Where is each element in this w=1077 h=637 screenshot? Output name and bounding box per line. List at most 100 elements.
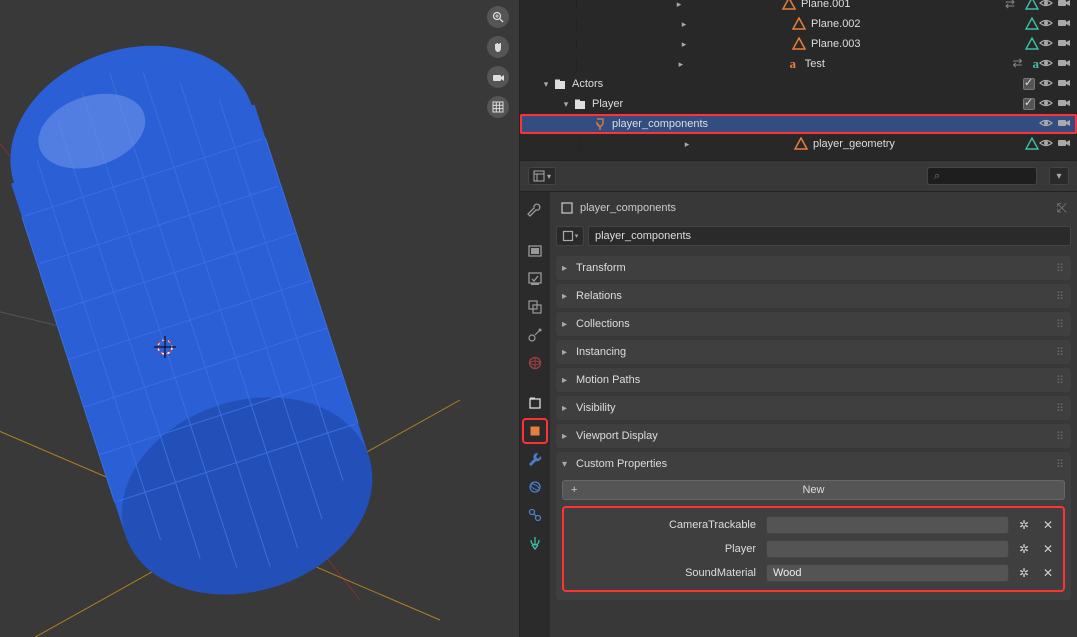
zoom-gizmo[interactable] [487,6,509,28]
object-name: Test [805,58,1013,70]
options-dropdown[interactable]: ▾ [1049,167,1069,185]
pin-icon[interactable]: ⤪ [1057,200,1067,216]
panel-header[interactable]: ▾Custom Properties⠿ [556,452,1071,476]
tab-physics[interactable] [522,474,548,500]
editor-type-dropdown[interactable]: ▾ [528,167,556,185]
drag-grip-icon[interactable]: ⠿ [1056,374,1065,387]
tab-render[interactable] [522,238,548,264]
viewport-3d[interactable] [0,0,519,637]
new-custom-property-button[interactable]: +New [562,480,1065,500]
gear-icon[interactable]: ✲ [1015,564,1033,582]
viewport-gizmo-column [487,6,509,118]
tab-scene[interactable] [522,322,548,348]
tab-world[interactable] [522,350,548,376]
object-name: player_components [612,118,1039,130]
custom-property-value[interactable] [766,540,1009,558]
outliner-row[interactable]: Plane.002 [520,14,1077,34]
enable-checkbox[interactable] [1023,98,1035,110]
panel-title: Transform [576,262,626,274]
outliner-row[interactable]: player_components [520,114,1077,134]
object-name: Plane.001 [801,0,1005,10]
panel-header[interactable]: ▸Collections⠿ [556,312,1071,336]
tab-constraints[interactable] [522,502,548,528]
panel-collections: ▸Collections⠿ [556,312,1071,336]
visibility-icon[interactable] [1039,76,1053,93]
camera-view-gizmo[interactable] [487,66,509,88]
tab-object[interactable] [522,418,548,444]
expand-icon[interactable] [576,19,791,30]
tab-modifiers[interactable] [522,446,548,472]
tab-viewlayer[interactable] [522,294,548,320]
property-tabs [520,192,550,637]
outliner-row[interactable]: player_geometry [520,134,1077,154]
panel-header[interactable]: ▸Visibility⠿ [556,396,1071,420]
panel-header[interactable]: ▸Motion Paths⠿ [556,368,1071,392]
panel-header[interactable]: ▸Relations⠿ [556,284,1071,308]
tab-collection[interactable] [522,390,548,416]
perspective-gizmo[interactable] [487,96,509,118]
panel-title: Visibility [576,402,616,414]
gear-icon[interactable]: ✲ [1015,516,1033,534]
render-icon[interactable] [1057,0,1071,13]
render-icon[interactable] [1057,96,1071,113]
custom-property-label: CameraTrackable [570,519,760,531]
panel-title: Relations [576,290,622,302]
outliner-row[interactable]: Plane.003 [520,34,1077,54]
expand-icon[interactable] [540,79,552,90]
pan-gizmo[interactable] [487,36,509,58]
render-icon[interactable] [1057,36,1071,53]
panel-header[interactable]: ▸Transform⠿ [556,256,1071,280]
object-type-icon [592,116,608,132]
expand-icon[interactable] [580,139,793,150]
render-icon[interactable] [1057,76,1071,93]
drag-grip-icon[interactable]: ⠿ [1056,402,1065,415]
visibility-icon[interactable] [1039,16,1053,33]
search-input[interactable]: ⌕ [927,167,1037,185]
outliner-row[interactable]: aTest⇄a [520,54,1077,74]
expand-icon[interactable] [576,39,791,50]
visibility-icon[interactable] [1039,96,1053,113]
render-icon[interactable] [1057,16,1071,33]
custom-property-value[interactable] [766,516,1009,534]
drag-grip-icon[interactable]: ⠿ [1056,458,1065,471]
object-type-icon [781,0,797,12]
drag-grip-icon[interactable]: ⠿ [1056,430,1065,443]
drag-grip-icon[interactable]: ⠿ [1056,262,1065,275]
search-icon: ⌕ [934,170,940,183]
panel-header[interactable]: ▸Viewport Display⠿ [556,424,1071,448]
outliner-row[interactable]: Player [520,94,1077,114]
expand-icon[interactable] [560,99,572,110]
datablock-icon-dropdown[interactable]: ▾ [556,226,584,246]
object-type-icon: a [785,56,801,72]
drag-grip-icon[interactable]: ⠿ [1056,318,1065,331]
panel-title: Custom Properties [576,458,667,470]
visibility-icon[interactable] [1039,116,1053,133]
expand-icon[interactable] [576,0,781,10]
expand-icon[interactable] [576,59,785,70]
outliner-row[interactable]: Actors [520,74,1077,94]
drag-grip-icon[interactable]: ⠿ [1056,290,1065,303]
aux-icons [1025,17,1039,31]
outliner[interactable]: Plane.001⇄Plane.002Plane.003aTest⇄aActor… [520,0,1077,160]
visibility-icon[interactable] [1039,0,1053,13]
visibility-icon[interactable] [1039,36,1053,53]
custom-property-value[interactable]: Wood [766,564,1009,582]
object-name-input[interactable] [588,226,1071,246]
gear-icon[interactable]: ✲ [1015,540,1033,558]
visibility-icon[interactable] [1039,56,1053,73]
outliner-row[interactable]: Plane.001⇄ [520,0,1077,14]
render-icon[interactable] [1057,116,1071,133]
close-icon[interactable]: ✕ [1039,516,1057,534]
tab-tool[interactable] [522,198,548,224]
close-icon[interactable]: ✕ [1039,564,1057,582]
panel-header[interactable]: ▸Instancing⠿ [556,340,1071,364]
render-icon[interactable] [1057,56,1071,73]
tab-output[interactable] [522,266,548,292]
tab-data[interactable] [522,530,548,556]
enable-checkbox[interactable] [1023,78,1035,90]
render-icon[interactable] [1057,136,1071,153]
drag-grip-icon[interactable]: ⠿ [1056,346,1065,359]
close-icon[interactable]: ✕ [1039,540,1057,558]
object-type-icon [552,76,568,92]
visibility-icon[interactable] [1039,136,1053,153]
